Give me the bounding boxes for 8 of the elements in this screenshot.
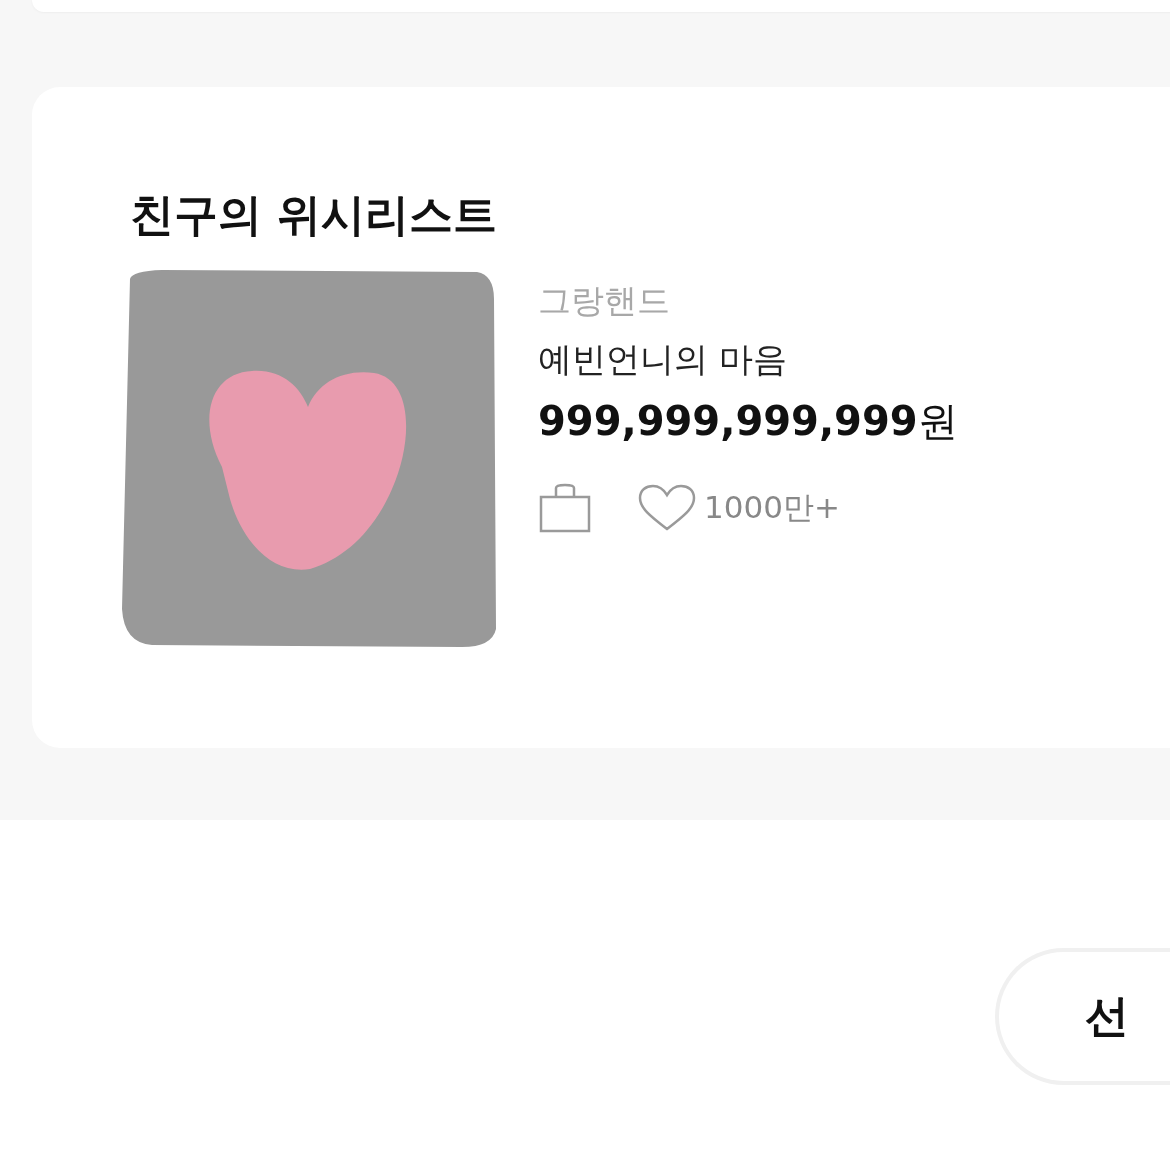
gift-button[interactable]: 선	[995, 948, 1170, 1085]
shopping-bag-icon[interactable]	[538, 483, 592, 533]
heart-icon	[638, 484, 696, 532]
product-name[interactable]: 예빈언니의 마음	[538, 339, 958, 379]
like-button[interactable]: 1000만+	[638, 484, 840, 532]
brand-name: 그랑핸드	[538, 281, 671, 321]
section-title: 친구의 위시리스트	[130, 191, 499, 239]
product-price: 999,999,999,999원	[538, 397, 958, 445]
